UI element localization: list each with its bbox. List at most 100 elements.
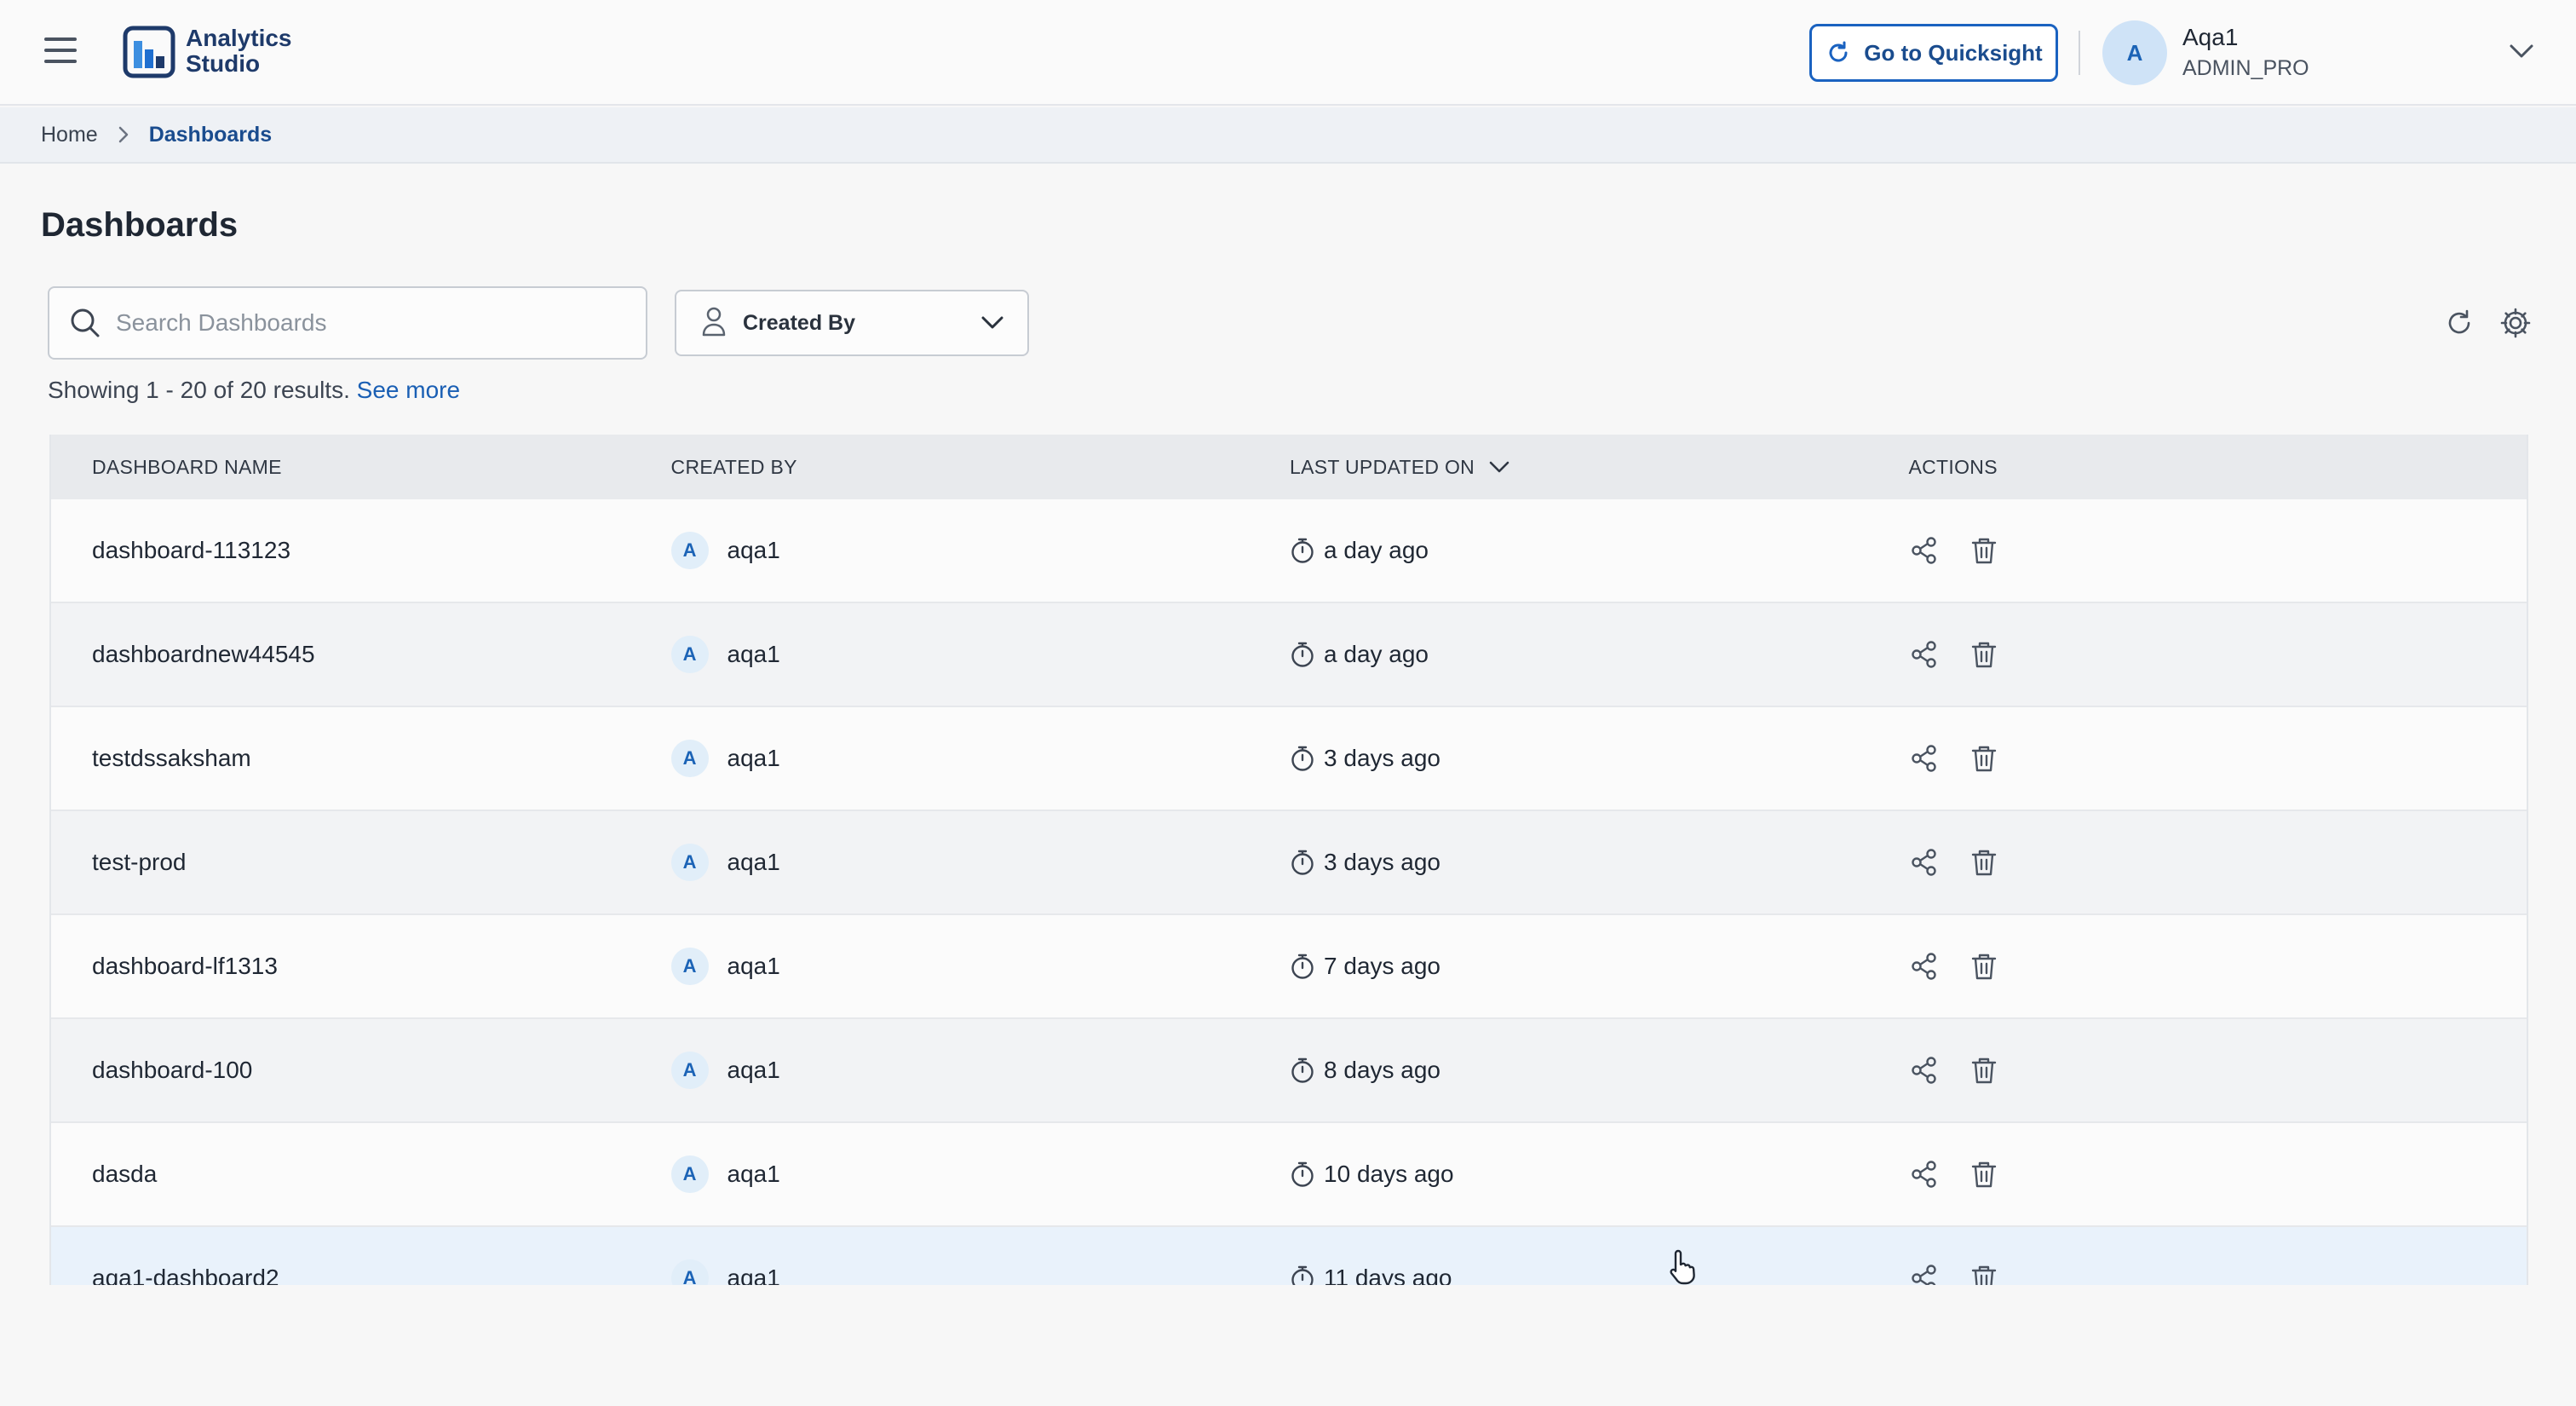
table-body: dashboard-113123 Aaqa1 a day ago dashboardn… [51, 499, 2527, 1285]
last-updated-text: 11 days ago [1324, 1265, 1452, 1285]
share-icon[interactable] [1909, 535, 1940, 566]
column-header-last-updated-label: LAST UPDATED ON [1290, 455, 1475, 478]
table-row[interactable]: dasda Aaqa1 10 days ago [51, 1123, 2527, 1227]
trash-icon[interactable] [1969, 1159, 1999, 1190]
dashboard-name-link[interactable]: aqa1-dashboard2 [51, 1265, 671, 1285]
last-updated-cell: 10 days ago [1290, 1161, 1908, 1188]
trash-icon[interactable] [1969, 951, 1999, 982]
trash-icon[interactable] [1969, 639, 1999, 670]
trash-icon[interactable] [1969, 1263, 1999, 1285]
last-updated-text: 8 days ago [1324, 1057, 1441, 1083]
last-updated-cell: 7 days ago [1290, 953, 1908, 980]
user-role: ADMIN_PRO [2182, 56, 2309, 80]
creator-name: aqa1 [727, 537, 780, 563]
settings-icon[interactable] [2499, 307, 2532, 339]
table-row[interactable]: test-prod Aaqa1 3 days ago [51, 811, 2527, 915]
share-icon[interactable] [1909, 639, 1940, 670]
created-by-filter[interactable]: Created By [675, 290, 1029, 356]
person-icon [700, 306, 727, 341]
timer-icon [1290, 641, 1315, 668]
dashboard-name-link[interactable]: test-prod [51, 849, 671, 876]
share-icon[interactable] [1909, 1159, 1940, 1190]
created-by-cell: Aaqa1 [670, 740, 1290, 777]
table-row[interactable]: aqa1-dashboard2 Aaqa1 11 days ago [51, 1227, 2527, 1285]
user-avatar[interactable]: A [2102, 20, 2167, 85]
top-header: Analytics Studio Go to Quicksight A Aqa1… [0, 0, 2576, 106]
table-row[interactable]: testdssaksham Aaqa1 3 days ago [51, 707, 2527, 811]
share-icon[interactable] [1909, 1263, 1940, 1285]
creator-name: aqa1 [727, 745, 780, 771]
actions-cell [1909, 743, 2527, 774]
last-updated-cell: 8 days ago [1290, 1057, 1908, 1084]
dashboards-table: DASHBOARD NAME CREATED BY LAST UPDATED O… [49, 435, 2528, 1285]
dashboard-name-link[interactable]: dashboard-113123 [51, 537, 671, 564]
created-by-cell: Aaqa1 [670, 844, 1290, 881]
refresh-icon [1829, 41, 1848, 62]
share-icon[interactable] [1909, 1055, 1940, 1086]
trash-icon[interactable] [1969, 1055, 1999, 1086]
pointer-cursor-icon [1670, 1249, 1695, 1285]
column-header-created-by-label: CREATED BY [670, 455, 797, 478]
creator-name: aqa1 [727, 1057, 780, 1083]
creator-avatar: A [670, 948, 709, 985]
dashboard-name-link[interactable]: dashboardnew44545 [51, 641, 671, 668]
refresh-icon[interactable] [2443, 307, 2475, 339]
column-header-actions: ACTIONS [1909, 456, 2527, 479]
dashboard-name-link[interactable]: dasda [51, 1161, 671, 1188]
dashboard-name-link[interactable]: dashboard-lf1313 [51, 953, 671, 980]
trash-icon[interactable] [1969, 847, 1999, 878]
table-row[interactable]: dashboard-113123 Aaqa1 a day ago [51, 499, 2527, 603]
results-summary: Showing 1 - 20 of 20 results. See more [48, 377, 460, 404]
creator-avatar: A [670, 1155, 709, 1193]
creator-name: aqa1 [727, 849, 780, 875]
page-title: Dashboards [41, 206, 239, 244]
actions-cell [1909, 847, 2527, 878]
app-logo-icon[interactable] [123, 26, 175, 78]
search-input[interactable] [116, 309, 627, 337]
go-to-quicksight-button[interactable]: Go to Quicksight [1809, 24, 2058, 82]
actions-cell [1909, 1055, 2527, 1086]
trash-icon[interactable] [1969, 743, 1999, 774]
menu-icon[interactable] [44, 37, 77, 65]
results-count: Showing 1 - 20 of 20 results. [48, 377, 350, 403]
creator-name: aqa1 [727, 1265, 780, 1285]
timer-icon [1290, 1265, 1315, 1285]
column-header-last-updated[interactable]: LAST UPDATED ON [1290, 456, 1908, 479]
trash-icon[interactable] [1969, 535, 1999, 566]
timer-icon [1290, 849, 1315, 876]
created-by-cell: Aaqa1 [670, 1052, 1290, 1089]
app-name-line2: Studio [186, 50, 261, 77]
table-header: DASHBOARD NAME CREATED BY LAST UPDATED O… [51, 435, 2527, 499]
created-by-cell: Aaqa1 [670, 532, 1290, 569]
see-more-link[interactable]: See more [357, 377, 460, 403]
last-updated-cell: 11 days ago [1290, 1265, 1908, 1285]
chevron-down-icon[interactable] [2508, 41, 2535, 61]
share-icon[interactable] [1909, 951, 1940, 982]
table-row[interactable]: dashboardnew44545 Aaqa1 a day ago [51, 603, 2527, 707]
breadcrumb-home[interactable]: Home [41, 123, 98, 147]
column-header-name[interactable]: DASHBOARD NAME [51, 456, 671, 479]
actions-cell [1909, 1159, 2527, 1190]
user-name[interactable]: Aqa1 [2182, 24, 2238, 51]
dashboard-name-link[interactable]: dashboard-100 [51, 1057, 671, 1084]
last-updated-text: a day ago [1324, 537, 1429, 563]
last-updated-text: 10 days ago [1324, 1161, 1454, 1187]
last-updated-cell: a day ago [1290, 641, 1908, 668]
search-box[interactable] [48, 286, 647, 360]
column-header-created-by[interactable]: CREATED BY [671, 456, 1290, 479]
creator-avatar: A [670, 1052, 709, 1089]
created-by-cell: Aaqa1 [670, 636, 1290, 673]
share-icon[interactable] [1909, 743, 1940, 774]
creator-name: aqa1 [727, 953, 780, 979]
table-row[interactable]: dashboard-lf1313 Aaqa1 7 days ago [51, 915, 2527, 1019]
created-by-cell: Aaqa1 [670, 1155, 1290, 1193]
table-row[interactable]: dashboard-100 Aaqa1 8 days ago [51, 1019, 2527, 1123]
actions-cell [1909, 639, 2527, 670]
created-by-cell: Aaqa1 [670, 1259, 1290, 1285]
share-icon[interactable] [1909, 847, 1940, 878]
dashboard-name-link[interactable]: testdssaksham [51, 745, 671, 772]
search-icon [71, 308, 100, 337]
timer-icon [1290, 745, 1315, 772]
breadcrumb-current[interactable]: Dashboards [149, 123, 272, 147]
sort-chevron-down-icon[interactable] [1488, 459, 1510, 475]
